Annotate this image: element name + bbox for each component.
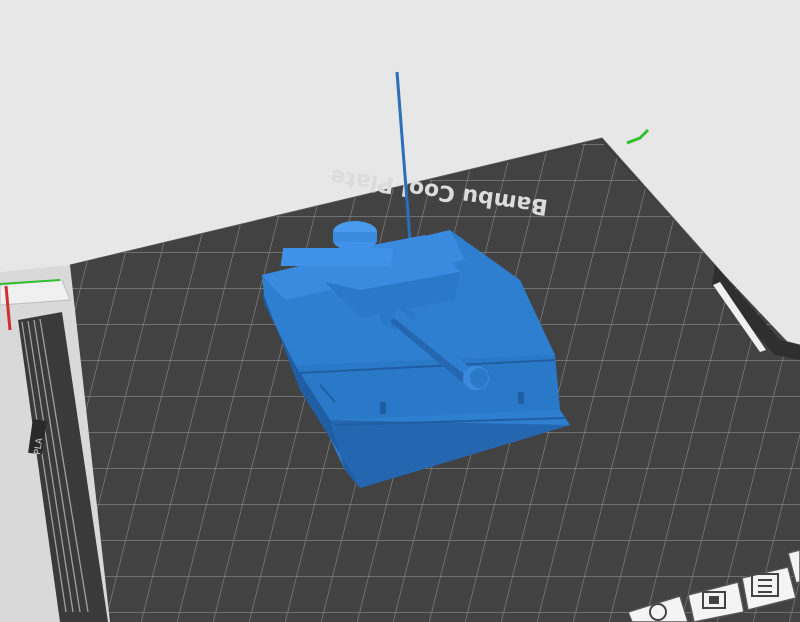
plate-origin-mark <box>626 128 650 145</box>
3d-viewport[interactable]: PLA Bambu Cool Plate <box>0 0 800 622</box>
